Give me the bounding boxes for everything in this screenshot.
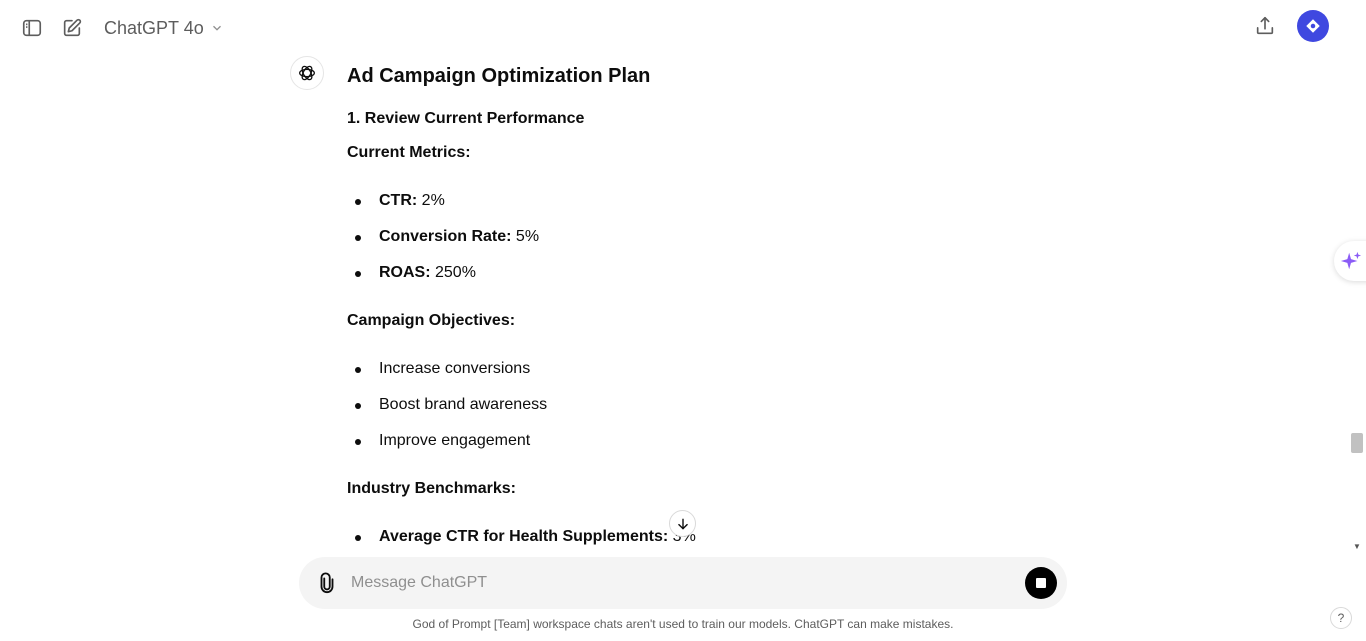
sidebar-toggle-button[interactable] xyxy=(18,14,46,42)
list-item: Conversion Rate: 5% xyxy=(354,225,540,249)
conversation-area: Ad Campaign Optimization Plan 1. Review … xyxy=(0,56,1348,556)
scrollbar-thumb[interactable] xyxy=(1351,433,1363,453)
help-button[interactable]: ? xyxy=(1330,607,1352,629)
share-button[interactable] xyxy=(1251,12,1279,40)
openai-logo-icon xyxy=(299,65,315,81)
user-avatar[interactable] xyxy=(1297,10,1329,42)
share-icon xyxy=(1256,16,1274,35)
model-name: ChatGPT 4o xyxy=(104,17,204,38)
message-title: Ad Campaign Optimization Plan xyxy=(347,65,651,87)
item-value: 5% xyxy=(511,228,540,245)
item-value: 2% xyxy=(417,192,445,209)
section-heading: Campaign Objectives: xyxy=(347,312,516,329)
item-label: Average CTR for Health Supplements: xyxy=(379,528,669,545)
section-heading: Current Metrics: xyxy=(347,144,471,161)
message-input[interactable] xyxy=(351,568,1011,598)
new-chat-icon xyxy=(63,18,82,37)
chevron-down-icon xyxy=(212,25,221,31)
item-label: CTR: xyxy=(379,192,418,209)
message-composer xyxy=(299,557,1067,609)
paperclip-icon xyxy=(320,572,334,593)
item-label: Conversion Rate: xyxy=(379,228,512,245)
list-item: Improve engagement xyxy=(354,429,530,453)
list-item: Boost brand awareness xyxy=(354,393,547,417)
assistant-avatar xyxy=(290,56,324,90)
arrow-down-icon xyxy=(677,518,688,529)
sidebar-toggle-icon xyxy=(22,19,42,37)
model-selector[interactable]: ChatGPT 4o xyxy=(98,12,230,44)
item-label: ROAS: xyxy=(379,264,431,281)
list-item: ROAS: 250% xyxy=(355,261,476,285)
stop-generating-button[interactable] xyxy=(1025,567,1057,599)
section-heading: Industry Benchmarks: xyxy=(347,480,516,497)
footer-disclaimer: God of Prompt [Team] workspace chats are… xyxy=(412,617,954,631)
new-chat-button[interactable] xyxy=(58,14,86,42)
scroll-to-bottom-button[interactable] xyxy=(669,510,696,537)
list-item: CTR: 2% xyxy=(355,189,445,213)
step-heading: 1. Review Current Performance xyxy=(347,110,585,127)
scrollbar-track[interactable] xyxy=(1348,56,1366,556)
item-value: 250% xyxy=(430,264,476,281)
list-item: Increase conversions xyxy=(354,357,530,381)
scroll-down-arrow[interactable]: ▼ xyxy=(1352,542,1362,552)
attach-button[interactable] xyxy=(315,571,339,595)
stop-icon xyxy=(1036,578,1046,588)
list-item: Average CTR for Health Supplements: 3% xyxy=(355,525,696,549)
top-bar: ChatGPT 4o xyxy=(0,0,1366,56)
diamond-icon xyxy=(1306,19,1320,33)
